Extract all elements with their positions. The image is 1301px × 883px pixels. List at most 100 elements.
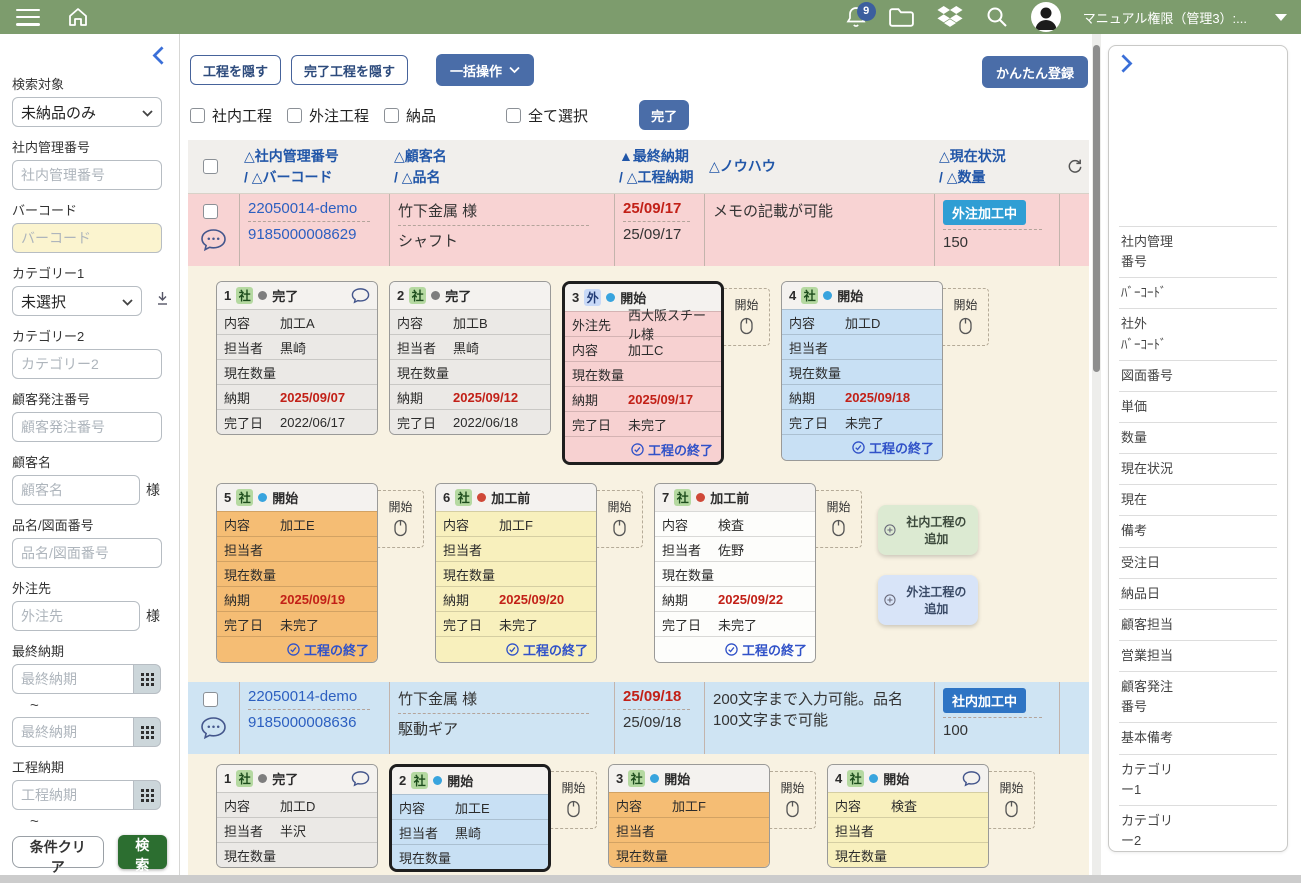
notifications-bell-icon[interactable]: 9 — [846, 6, 866, 29]
checkbox-0[interactable]: 社内工程 — [190, 105, 272, 126]
date-input[interactable] — [12, 780, 134, 810]
process-card[interactable]: 2社開始内容加工E担当者黒崎現在数量 — [389, 764, 551, 872]
checkbox-box[interactable] — [190, 108, 205, 123]
dropbox-icon[interactable] — [937, 6, 963, 28]
end-process-link[interactable]: 工程の終了 — [655, 636, 815, 662]
filter-input-8[interactable] — [12, 601, 140, 631]
start-process-tab[interactable]: 開始 — [943, 288, 989, 346]
home-icon[interactable] — [66, 5, 90, 29]
process-card[interactable]: 5社開始内容加工E担当者現在数量納期2025/09/19完了日未完了工程の終了 — [216, 483, 378, 663]
category1-select[interactable]: 未選択 — [12, 286, 142, 316]
sort-label2[interactable]: / △工程納期 — [619, 167, 701, 187]
complete-button[interactable]: 完了 — [639, 100, 689, 130]
user-avatar[interactable] — [1031, 2, 1061, 32]
end-process-link[interactable]: 工程の終了 — [217, 636, 377, 662]
date-input[interactable] — [12, 664, 134, 694]
filter-input-6[interactable] — [12, 475, 140, 505]
date-input[interactable] — [12, 717, 134, 747]
horizontal-scrollbar[interactable] — [0, 875, 1301, 883]
filter-input-4[interactable] — [12, 349, 162, 379]
process-card[interactable]: 3外開始外注先西大阪スチール様内容加工C現在数量納期2025/09/17完了日未… — [562, 281, 724, 465]
quick-register-button[interactable]: かんたん登録 — [982, 56, 1088, 88]
column-header-4[interactable]: △現在状況/ △数量 — [935, 146, 1060, 187]
start-process-tab[interactable]: 開始 — [378, 490, 424, 548]
checkbox-3[interactable]: 全て選択 — [506, 105, 588, 126]
hide-process-button[interactable]: 工程を隠す — [190, 55, 281, 85]
end-process-link[interactable]: 工程の終了 — [436, 636, 596, 662]
process-card[interactable]: 6社加工前内容加工F担当者現在数量納期2025/09/20完了日未完了工程の終了 — [435, 483, 597, 663]
start-process-tab[interactable]: 開始 — [724, 288, 770, 346]
sort-label[interactable]: △現在状況 — [939, 146, 1056, 166]
search-button[interactable]: 検索 — [118, 835, 167, 869]
start-process-tab[interactable]: 開始 — [816, 490, 862, 548]
start-process-tab[interactable]: 開始 — [551, 771, 597, 829]
comment-bubble-icon[interactable] — [962, 770, 981, 787]
scrollbar-thumb[interactable] — [1093, 45, 1100, 372]
start-process-tab[interactable]: 開始 — [597, 490, 643, 548]
column-header-1[interactable]: △顧客名/ △品名 — [390, 146, 615, 187]
search-icon[interactable] — [985, 5, 1009, 29]
menu-icon[interactable] — [16, 9, 40, 26]
clear-conditions-button[interactable]: 条件クリア — [12, 836, 104, 868]
process-card[interactable]: 4社開始内容加工D担当者現在数量納期2025/09/18完了日未完了工程の終了 — [781, 281, 943, 461]
filter-input-2[interactable] — [12, 223, 162, 253]
filter-input-1[interactable] — [12, 160, 162, 190]
account-caret-icon[interactable] — [1275, 14, 1287, 21]
management-no-link[interactable]: 22050014-demo — [248, 200, 357, 217]
sort-label[interactable]: △ノウハウ — [709, 156, 931, 176]
comment-bubble-icon[interactable] — [200, 716, 227, 744]
column-header-3[interactable]: △ノウハウ — [705, 156, 935, 176]
checkbox-2[interactable]: 納品 — [384, 105, 436, 126]
comment-bubble-icon[interactable] — [200, 228, 227, 256]
pull-down-icon[interactable] — [156, 291, 169, 311]
process-card[interactable]: 1社完了内容加工A担当者黒崎現在数量納期2025/09/07完了日2022/06… — [216, 281, 378, 435]
column-header-0[interactable]: △社内管理番号/ △バーコード — [240, 146, 390, 187]
sort-label[interactable]: ▲最終納期 — [619, 146, 701, 166]
checkbox-1[interactable]: 外注工程 — [287, 105, 369, 126]
start-process-tab[interactable]: 開始 — [989, 771, 1035, 829]
order-checkbox[interactable] — [203, 692, 218, 707]
sort-label[interactable]: △社内管理番号 — [244, 146, 386, 166]
sort-label2[interactable]: / △数量 — [939, 167, 1056, 187]
bulk-actions-button[interactable]: 一括操作 — [436, 54, 534, 86]
filter-input-7[interactable] — [12, 538, 162, 568]
filter-input-5[interactable] — [12, 412, 162, 442]
refresh-icon[interactable] — [1060, 158, 1089, 175]
folder-icon[interactable] — [888, 7, 915, 28]
process-card[interactable]: 7社加工前内容検査担当者佐野現在数量納期2025/09/22完了日未完了工程の終… — [654, 483, 816, 663]
end-process-link[interactable]: 工程の終了 — [565, 436, 721, 462]
barcode-link[interactable]: 9185000008636 — [248, 714, 356, 731]
management-no-link[interactable]: 22050014-demo — [248, 688, 357, 705]
status-qty-cell: 社内加工中100 — [935, 682, 1060, 754]
process-card[interactable]: 3社開始内容加工F担当者現在数量 — [608, 764, 770, 868]
checkbox-box[interactable] — [384, 108, 399, 123]
checkbox-box[interactable] — [287, 108, 302, 123]
checkbox-box[interactable] — [506, 108, 521, 123]
comment-bubble-icon[interactable] — [351, 287, 370, 304]
process-card[interactable]: 2社完了内容加工B担当者黒崎現在数量納期2025/09/12完了日2022/06… — [389, 281, 551, 435]
calendar-icon[interactable] — [134, 780, 161, 810]
add-internal-process-button[interactable]: 社内工程の追加 — [878, 505, 978, 555]
process-card[interactable]: 1社完了内容加工D担当者半沢現在数量 — [216, 764, 378, 868]
calendar-icon[interactable] — [134, 717, 161, 747]
calendar-icon[interactable] — [134, 664, 161, 694]
barcode-link[interactable]: 9185000008629 — [248, 226, 356, 243]
hide-completed-button[interactable]: 完了工程を隠す — [291, 55, 408, 85]
sort-label2[interactable]: / △品名 — [394, 167, 611, 187]
card-field-row: 担当者 — [782, 334, 942, 359]
end-process-link[interactable]: 工程の終了 — [782, 434, 942, 460]
vertical-scrollbar[interactable] — [1092, 34, 1101, 875]
search-target-select[interactable]: 未納品のみ — [12, 97, 162, 127]
start-process-tab[interactable]: 開始 — [770, 771, 816, 829]
sort-label2[interactable]: / △バーコード — [244, 167, 386, 187]
comment-bubble-icon[interactable] — [351, 770, 370, 787]
status-dot-icon — [696, 493, 705, 502]
add-external-process-button[interactable]: 外注工程の追加 — [878, 575, 978, 625]
panel-expand-icon[interactable] — [1119, 54, 1134, 78]
order-checkbox[interactable] — [203, 204, 218, 219]
select-all-checkbox[interactable] — [203, 159, 218, 174]
sort-label[interactable]: △顧客名 — [394, 146, 611, 166]
account-menu[interactable]: マニュアル権限（管理3）:... — [1083, 8, 1247, 27]
column-header-2[interactable]: ▲最終納期/ △工程納期 — [615, 146, 705, 187]
process-card[interactable]: 4社開始内容検査担当者現在数量 — [827, 764, 989, 868]
